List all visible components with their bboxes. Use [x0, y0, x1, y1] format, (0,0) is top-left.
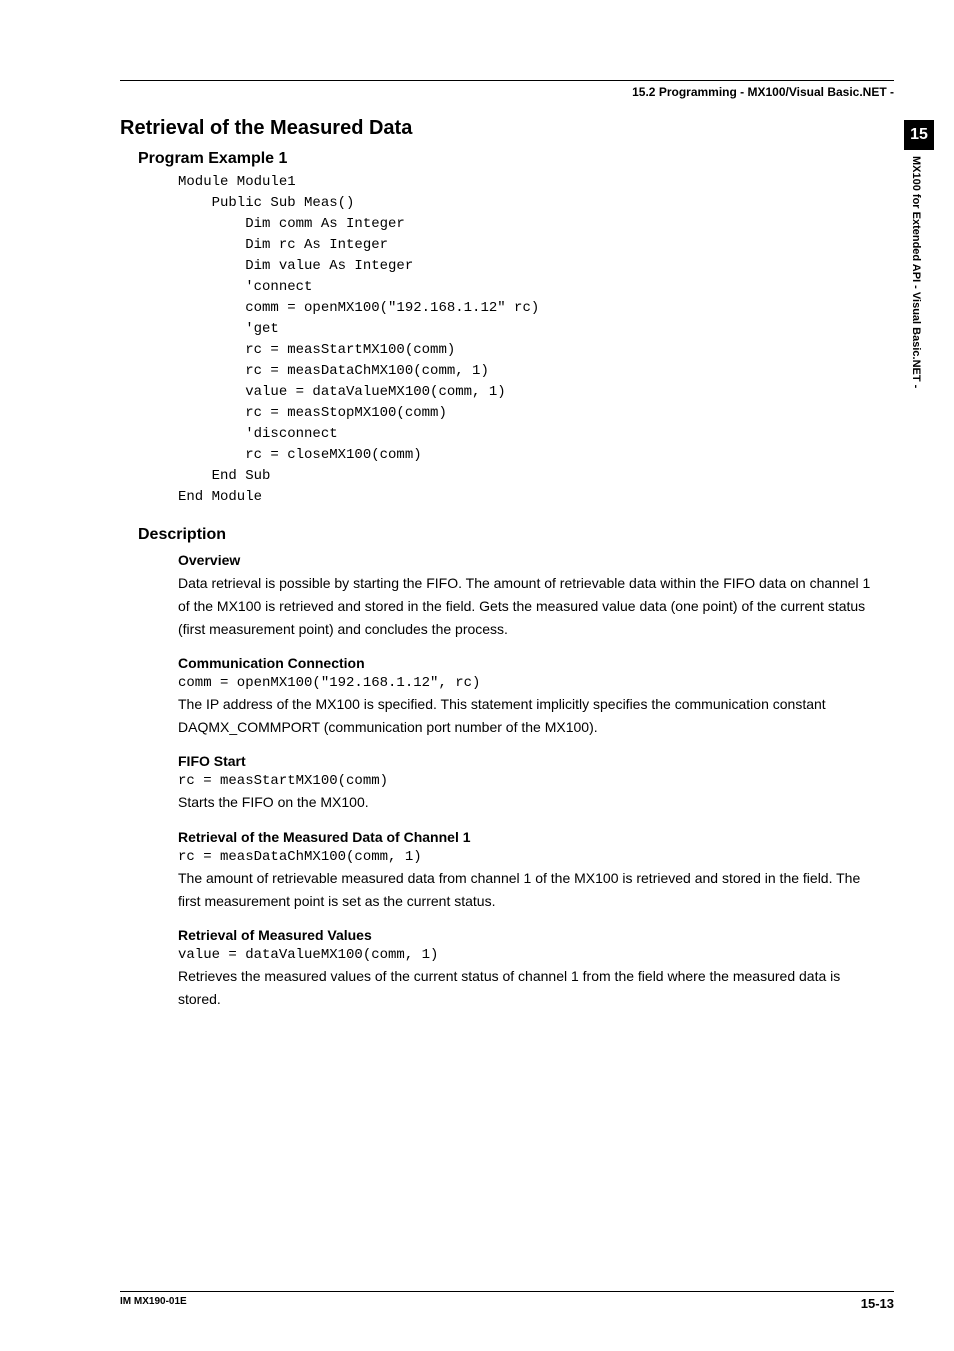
values-code: value = dataValueMX100(comm, 1): [178, 947, 894, 963]
footer-rule: [120, 1291, 894, 1292]
header-rule: [120, 80, 894, 81]
retrieval-code: rc = measDataChMX100(comm, 1): [178, 849, 894, 865]
program-example-title: Program Example 1: [138, 150, 894, 168]
footer-doc-id: IM MX190-01E: [120, 1296, 187, 1311]
overview-text: Data retrieval is possible by starting t…: [178, 572, 874, 641]
overview-heading: Overview: [178, 552, 894, 568]
chapter-label: MX100 for Extended API - Visual Basic.NE…: [904, 156, 922, 388]
header-breadcrumb: 15.2 Programming - MX100/Visual Basic.NE…: [120, 85, 894, 99]
retrieval-heading: Retrieval of the Measured Data of Channe…: [178, 829, 894, 845]
chapter-number: 15: [904, 120, 934, 150]
values-text: Retrieves the measured values of the cur…: [178, 965, 874, 1011]
fifo-text: Starts the FIFO on the MX100.: [178, 791, 874, 814]
code-block: Module Module1 Public Sub Meas() Dim com…: [178, 172, 894, 508]
comm-heading: Communication Connection: [178, 655, 894, 671]
section-title: Retrieval of the Measured Data: [120, 117, 894, 140]
description-title: Description: [138, 526, 894, 544]
page-footer: IM MX190-01E 15-13: [120, 1291, 894, 1311]
chapter-tab: 15 MX100 for Extended API - Visual Basic…: [904, 120, 934, 388]
fifo-code: rc = measStartMX100(comm): [178, 773, 894, 789]
footer-page-number: 15-13: [861, 1296, 894, 1311]
comm-code: comm = openMX100("192.168.1.12", rc): [178, 675, 894, 691]
values-heading: Retrieval of Measured Values: [178, 927, 894, 943]
retrieval-text: The amount of retrievable measured data …: [178, 867, 874, 913]
comm-text: The IP address of the MX100 is specified…: [178, 693, 874, 739]
fifo-heading: FIFO Start: [178, 753, 894, 769]
